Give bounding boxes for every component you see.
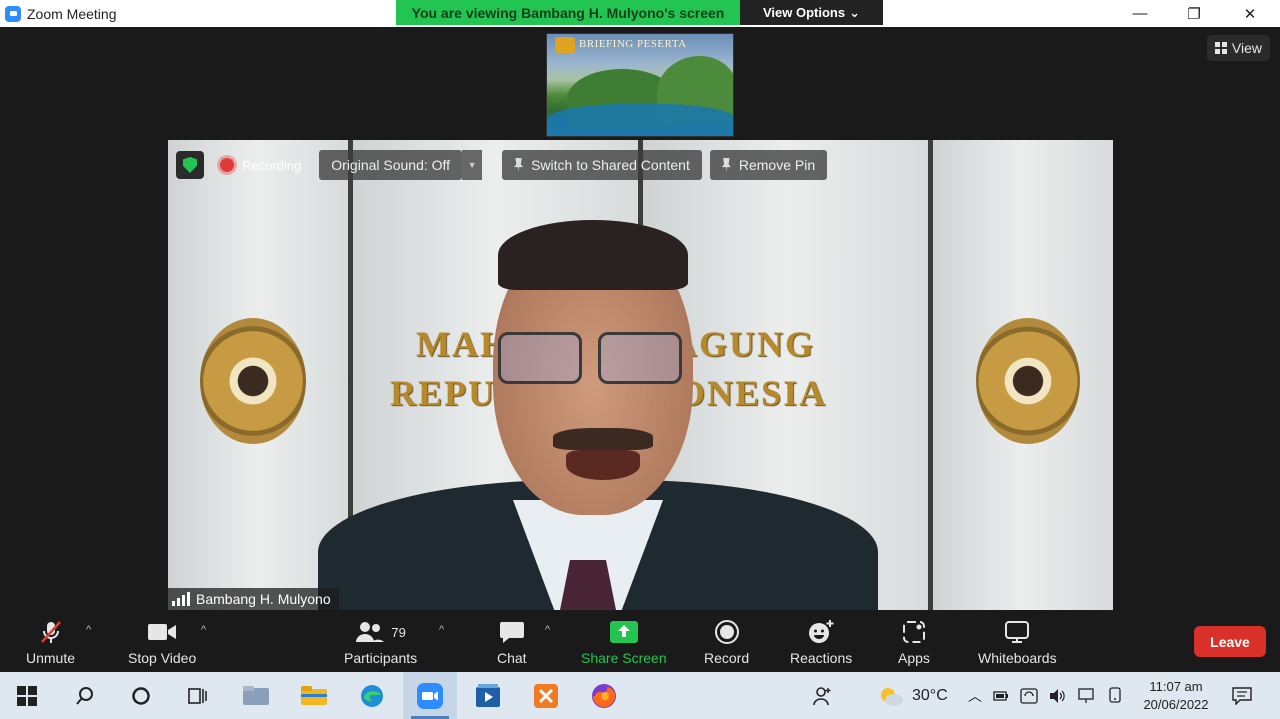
thumbnail-title: BRIEFING PESERTA: [579, 38, 687, 50]
court-seal-left: [200, 318, 306, 444]
minimize-button[interactable]: —: [1112, 0, 1168, 27]
switch-to-shared-content-button[interactable]: Switch to Shared Content: [502, 150, 702, 180]
meeting-control-bar: Unmute ^ Stop Video ^ 79 Participants ^ …: [0, 614, 1280, 672]
windows-logo-icon: [17, 685, 37, 706]
whiteboard-icon: [1004, 618, 1030, 646]
video-camera-icon: [147, 618, 177, 646]
share-screen-icon: [609, 618, 638, 646]
edge-browser-icon: [361, 684, 383, 707]
view-options-button[interactable]: View Options ⌄: [740, 0, 883, 25]
smiley-plus-icon: [807, 618, 835, 646]
battery-icon[interactable]: [993, 689, 1009, 703]
recording-indicator[interactable]: Recording: [212, 151, 311, 179]
record-icon: [714, 618, 740, 646]
taskbar-media-player[interactable]: [461, 672, 515, 719]
taskbar-file-explorer-alt[interactable]: [229, 672, 283, 719]
folder-gray-icon: [243, 685, 269, 705]
unmute-button[interactable]: Unmute: [26, 618, 75, 670]
recording-label: Recording: [242, 157, 302, 173]
task-view-button[interactable]: [170, 672, 224, 719]
windows-taskbar: 30°C ︿ 11:07 am 20/06/2022: [0, 672, 1280, 719]
close-button[interactable]: ✕: [1222, 0, 1278, 27]
taskbar-edge[interactable]: [345, 672, 399, 719]
participants-count: 79: [391, 624, 406, 640]
partly-cloudy-icon: [881, 687, 903, 706]
meeting-area: View BRIEFING PESERTA MAHKAMAH AGUNG REP…: [0, 27, 1280, 614]
zoom-icon: [417, 682, 443, 709]
cortana-circle-icon: [132, 686, 150, 705]
chat-bubble-icon: [499, 618, 525, 646]
muted-microphone-icon: [38, 618, 64, 646]
speaker-video: MAHKAMAH AGUNG REPUBLIK INDONESIA Record…: [168, 140, 1113, 610]
view-button[interactable]: View: [1206, 35, 1270, 61]
original-sound-dropdown[interactable]: ▼: [462, 150, 483, 180]
clock-date: 20/06/2022: [1143, 697, 1209, 712]
remove-pin-button[interactable]: Remove Pin: [709, 150, 828, 180]
shared-screen-thumbnail[interactable]: BRIEFING PESERTA: [546, 33, 734, 137]
reactions-button[interactable]: Reactions: [790, 618, 852, 670]
sync-icon[interactable]: [1020, 687, 1038, 705]
signal-strength-icon: [172, 592, 190, 606]
chat-button[interactable]: Chat: [497, 618, 527, 670]
participants-options-chevron[interactable]: ^: [439, 624, 444, 636]
firefox-icon: [592, 683, 616, 708]
audio-options-chevron[interactable]: ^: [86, 624, 91, 636]
view-label: View: [1231, 40, 1262, 56]
video-options-chevron[interactable]: ^: [201, 624, 206, 636]
window-title: Zoom Meeting: [27, 5, 117, 22]
apps-icon: [902, 618, 926, 646]
share-screen-button[interactable]: Share Screen: [581, 618, 667, 670]
network-icon[interactable]: [1078, 687, 1096, 704]
court-seal-right: [976, 318, 1080, 444]
notification-icon: [1232, 686, 1252, 705]
taskbar-firefox[interactable]: [577, 672, 631, 719]
chat-options-chevron[interactable]: ^: [545, 624, 550, 636]
media-player-icon: [476, 683, 500, 707]
pin-icon: [721, 158, 731, 172]
xampp-icon: [534, 683, 558, 708]
notifications-button[interactable]: [1232, 672, 1252, 719]
view-options-label: View Options: [762, 5, 846, 20]
chevron-up-icon[interactable]: ︿: [968, 686, 982, 706]
whiteboards-button[interactable]: Whiteboards: [978, 618, 1057, 670]
people-icon: [813, 686, 831, 705]
glasses: [498, 332, 582, 384]
clock-time: 11:07 am: [1149, 679, 1203, 694]
pin-icon: [514, 158, 524, 172]
viewing-screen-banner: You are viewing Bambang H. Mulyono's scr…: [396, 0, 740, 25]
clock[interactable]: 11:07 am 20/06/2022: [1138, 672, 1214, 719]
device-icon[interactable]: [1107, 686, 1123, 705]
speaker-name: Bambang H. Mulyono: [196, 591, 331, 607]
people-tray-button[interactable]: [812, 672, 832, 719]
cortana-button[interactable]: [114, 672, 168, 719]
search-icon: [76, 686, 93, 705]
leave-button[interactable]: Leave: [1194, 626, 1266, 657]
stop-video-button[interactable]: Stop Video: [128, 618, 196, 670]
record-dot-icon: [220, 158, 234, 172]
task-view-icon: [188, 687, 207, 704]
zoom-app-icon: [5, 5, 21, 22]
system-tray-icons: ︿: [968, 672, 1123, 719]
participants-icon: 79: [355, 618, 406, 646]
participants-button[interactable]: 79 Participants: [344, 618, 417, 670]
apps-button[interactable]: Apps: [898, 618, 930, 670]
taskbar-xampp[interactable]: [519, 672, 573, 719]
chevron-down-icon: ⌄: [849, 4, 860, 20]
maximize-button[interactable]: ❐: [1166, 0, 1222, 27]
gallery-view-icon: [1214, 42, 1227, 54]
taskbar-zoom[interactable]: [403, 672, 457, 719]
badge-logo-icon: [555, 37, 575, 53]
taskbar-file-explorer[interactable]: [287, 672, 341, 719]
recording-toolbar: Recording Original Sound: Off ▼ Switch t…: [176, 150, 828, 180]
record-button[interactable]: Record: [704, 618, 749, 670]
temperature: 30°C: [912, 686, 948, 704]
weather-widget[interactable]: 30°C: [878, 672, 948, 719]
security-shield-icon[interactable]: [176, 151, 204, 179]
folder-icon: [301, 685, 327, 705]
speaker-name-tag: Bambang H. Mulyono: [168, 588, 339, 610]
start-button[interactable]: [0, 672, 54, 719]
search-button[interactable]: [58, 672, 112, 719]
volume-icon[interactable]: [1049, 688, 1067, 704]
original-sound-button[interactable]: Original Sound: Off: [319, 150, 463, 180]
